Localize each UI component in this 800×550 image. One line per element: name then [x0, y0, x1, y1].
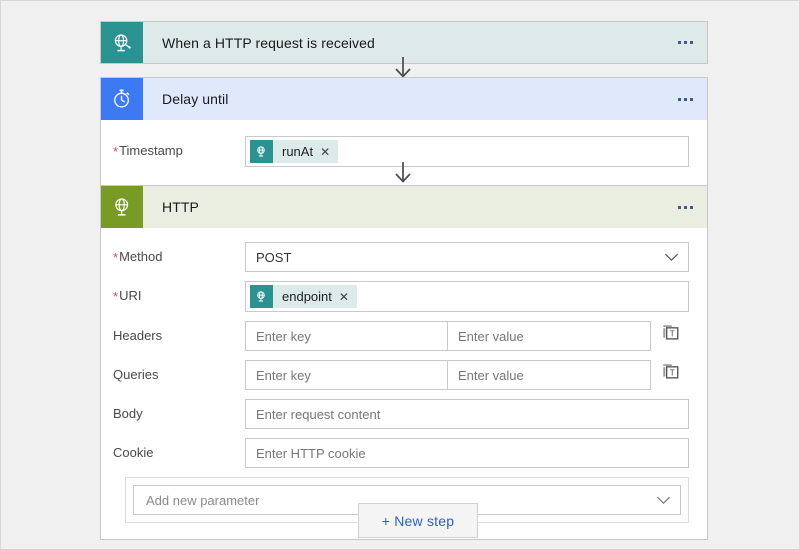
switch-to-text-mode-icon[interactable]: T: [651, 321, 689, 341]
chevron-down-icon[interactable]: [658, 252, 684, 262]
http-card-header[interactable]: HTTP: [101, 186, 707, 228]
required-asterisk: *: [113, 250, 118, 265]
method-label: *Method: [113, 242, 245, 265]
uri-label: *URI: [113, 281, 245, 304]
body-row: Body Enter request content: [101, 399, 707, 429]
queries-key-input[interactable]: Enter key: [245, 360, 448, 390]
new-step-button[interactable]: + New step: [358, 503, 478, 538]
stopwatch-icon: [101, 78, 143, 120]
switch-to-text-mode-icon[interactable]: T: [651, 360, 689, 380]
chevron-down-icon[interactable]: [650, 495, 676, 505]
delay-title: Delay until: [143, 78, 663, 120]
add-new-parameter-label: Add new parameter: [146, 493, 259, 508]
uri-input[interactable]: endpoint ✕: [245, 281, 689, 312]
queries-row: Queries Enter key Enter value T: [101, 360, 707, 390]
ellipsis-icon[interactable]: [663, 78, 707, 120]
method-row: *Method POST: [101, 242, 707, 272]
http-request-globe-icon: [101, 22, 143, 63]
cookie-row: Cookie Enter HTTP cookie: [101, 438, 707, 468]
uri-row: *URI: [101, 281, 707, 312]
ellipsis-icon[interactable]: [663, 22, 707, 63]
http-request-globe-icon: [250, 140, 273, 163]
cookie-label: Cookie: [113, 438, 245, 461]
close-icon[interactable]: ✕: [339, 285, 357, 308]
http-request-globe-icon: [250, 285, 273, 308]
close-icon[interactable]: ✕: [320, 140, 338, 163]
timestamp-label: *Timestamp: [113, 136, 245, 159]
http-card-body: *Method POST *URI: [101, 228, 707, 539]
svg-text:T: T: [669, 329, 674, 338]
required-asterisk: *: [113, 289, 118, 304]
delay-card-header[interactable]: Delay until: [101, 78, 707, 120]
token-label: runAt: [273, 140, 320, 163]
ellipsis-icon[interactable]: [663, 186, 707, 228]
required-asterisk: *: [113, 144, 118, 159]
token-label: endpoint: [273, 285, 339, 308]
headers-label: Headers: [113, 321, 245, 344]
body-label: Body: [113, 399, 245, 422]
headers-row: Headers Enter key Enter value T: [101, 321, 707, 351]
cookie-input[interactable]: Enter HTTP cookie: [245, 438, 689, 468]
queries-value-input[interactable]: Enter value: [448, 360, 651, 390]
workflow-designer-canvas: When a HTTP request is received Del: [1, 1, 800, 550]
action-card-http[interactable]: HTTP *Method POST: [100, 185, 708, 540]
svg-text:T: T: [669, 368, 674, 377]
headers-key-input[interactable]: Enter key: [245, 321, 448, 351]
body-input[interactable]: Enter request content: [245, 399, 689, 429]
arrow-down-icon: [391, 161, 415, 185]
method-value: POST: [256, 250, 291, 265]
headers-value-input[interactable]: Enter value: [448, 321, 651, 351]
token-endpoint[interactable]: endpoint ✕: [250, 285, 357, 308]
globe-icon: [101, 186, 143, 228]
http-title: HTTP: [143, 186, 663, 228]
method-select[interactable]: POST: [245, 242, 689, 272]
timestamp-input[interactable]: runAt ✕: [245, 136, 689, 167]
queries-label: Queries: [113, 360, 245, 383]
token-runAt[interactable]: runAt ✕: [250, 140, 338, 163]
